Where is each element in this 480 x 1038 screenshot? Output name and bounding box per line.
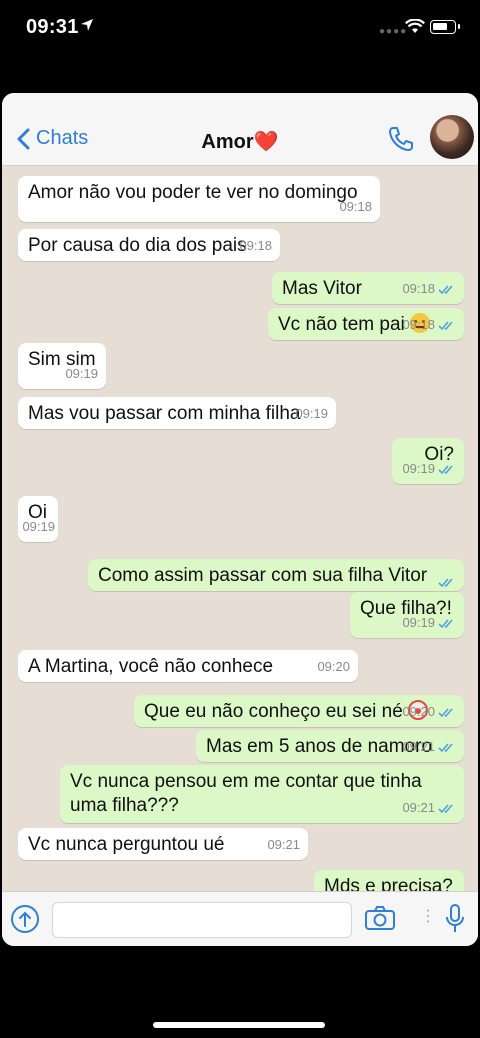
contact-avatar[interactable]: [430, 115, 474, 159]
message-text: Que eu não conheço eu sei né: [144, 701, 403, 722]
read-ticks-icon: [438, 464, 453, 474]
message-list: Amor não vou poder te ver no domingo 09:…: [2, 166, 478, 902]
separator-dots: ⋮: [420, 908, 436, 925]
message-time: 09:18: [402, 317, 435, 332]
message-bubble[interactable]: Oi? 09:19: [392, 438, 464, 484]
message-time: 09:19: [402, 615, 435, 630]
read-ticks-icon: [438, 578, 453, 588]
message-bubble[interactable]: Vc não tem pai 09:18: [268, 308, 464, 340]
home-indicator[interactable]: [153, 1022, 325, 1028]
microphone-icon[interactable]: [444, 903, 466, 935]
message-bubble[interactable]: Que eu não conheço eu sei né 09:20: [134, 695, 464, 727]
message-text: Por causa do dia dos pais: [28, 235, 247, 256]
message-text: Vc nunca pensou em me contar que tinha u…: [70, 771, 422, 816]
message-bubble[interactable]: Vc nunca pensou em me contar que tinha u…: [60, 765, 464, 823]
phone-icon[interactable]: [387, 125, 415, 153]
read-ticks-icon: [438, 803, 453, 813]
message-input[interactable]: [52, 902, 352, 938]
message-time: 09:19: [295, 406, 328, 421]
message-time: 09:18: [402, 281, 435, 296]
read-ticks-icon: [438, 284, 453, 294]
message-bubble[interactable]: Vc nunca perguntou ué 09:21: [18, 828, 308, 860]
wifi-icon: [405, 19, 425, 33]
read-ticks-icon: [438, 618, 453, 628]
message-bubble[interactable]: Mas em 5 anos de namoro 09:21: [196, 730, 464, 762]
signal-dots-icon: ●●●●: [379, 26, 408, 37]
message-bubble[interactable]: Oi 09:19: [18, 496, 58, 542]
message-text: Vc não tem pai: [278, 314, 405, 335]
status-time: 09:31: [26, 16, 79, 38]
message-bubble[interactable]: Mas Vitor 09:18: [272, 272, 464, 304]
message-bubble[interactable]: A Martina, você não conhece 09:20: [18, 650, 358, 682]
message-bubble[interactable]: Sim sim 09:19: [18, 343, 106, 389]
battery-icon: [430, 20, 460, 34]
message-time: 09:21: [402, 800, 435, 815]
message-bubble[interactable]: Como assim passar com sua filha Vitor: [88, 559, 464, 591]
read-ticks-icon: [438, 707, 453, 717]
chat-header: Chats Amor❤️: [2, 93, 478, 166]
message-time: 09:20: [317, 659, 350, 674]
status-bar: 09:31 ●●●●: [0, 0, 480, 60]
message-text: Amor não vou poder te ver no domingo: [28, 182, 358, 203]
message-bubble[interactable]: Amor não vou poder te ver no domingo 09:…: [18, 176, 380, 222]
message-text: Mas em 5 anos de namoro: [206, 736, 433, 757]
message-text: Como assim passar com sua filha Vitor: [98, 565, 428, 586]
message-composer: ⋮: [2, 891, 478, 946]
message-bubble[interactable]: Por causa do dia dos pais 09:18: [18, 229, 280, 261]
message-time: 09:21: [267, 837, 300, 852]
message-time: 09:18: [339, 199, 372, 214]
camera-icon[interactable]: [364, 905, 396, 931]
message-time: 09:19: [402, 461, 435, 476]
message-time: 09:21: [402, 739, 435, 754]
message-bubble[interactable]: Mas vou passar com minha filha 09:19: [18, 397, 336, 429]
message-text: Vc nunca perguntou ué: [28, 834, 225, 855]
message-time: 09:19: [65, 366, 98, 381]
plus-icon[interactable]: [10, 904, 40, 934]
message-bubble[interactable]: Que filha?! 09:19: [350, 592, 464, 638]
read-ticks-icon: [438, 320, 453, 330]
message-text: Mas Vitor: [282, 278, 362, 299]
message-time: 09:19: [22, 519, 55, 534]
message-text: A Martina, você não conhece: [28, 656, 274, 677]
message-time: 09:18: [239, 238, 272, 253]
message-time: 09:20: [402, 704, 435, 719]
message-text: Mas vou passar com minha filha: [28, 403, 301, 424]
read-ticks-icon: [438, 742, 453, 752]
location-arrow-icon: [81, 19, 93, 31]
chat-screen: Chats Amor❤️ Amor não vou poder te ver n…: [2, 93, 478, 946]
